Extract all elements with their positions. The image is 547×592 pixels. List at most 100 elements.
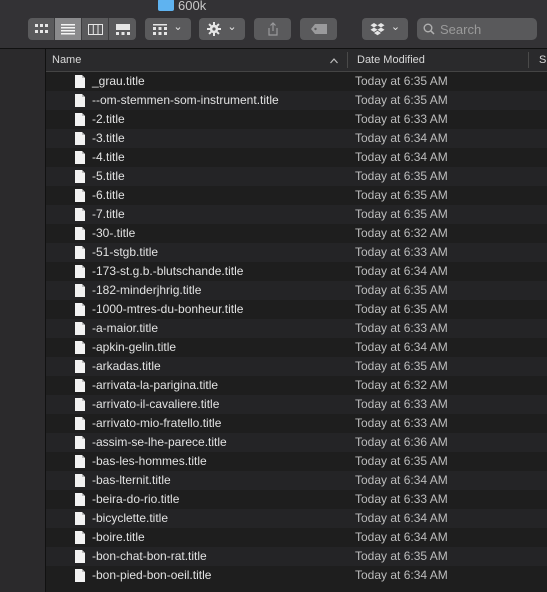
file-row[interactable]: -bon-chat-bon-rat.title Today at 6:35 AM [46, 547, 547, 566]
file-row[interactable]: -beira-do-rio.title Today at 6:33 AM [46, 490, 547, 509]
name-column-label: Name [52, 54, 82, 66]
gallery-view-button[interactable] [109, 18, 136, 40]
file-row[interactable]: -arrivata-la-parigina.title Today at 6:32… [46, 376, 547, 395]
file-date-modified: Today at 6:35 AM [355, 188, 448, 202]
name-column-header[interactable]: Name [52, 49, 342, 71]
file-date-modified: Today at 6:34 AM [355, 150, 448, 164]
folder-icon [158, 0, 174, 11]
file-row[interactable]: -arrivato-il-cavaliere.title Today at 6:3… [46, 395, 547, 414]
document-icon [75, 113, 85, 126]
document-icon [75, 341, 85, 354]
file-name: -arkadas.title [92, 359, 161, 373]
document-icon [75, 75, 85, 88]
chevron-down-icon: ⌄ [173, 21, 183, 33]
file-date-modified: Today at 6:35 AM [355, 74, 448, 88]
search-input[interactable] [440, 21, 530, 37]
document-icon [75, 132, 85, 145]
file-date-modified: Today at 6:32 AM [355, 378, 448, 392]
share-button[interactable] [254, 18, 291, 40]
file-date-modified: Today at 6:35 AM [355, 93, 448, 107]
tags-group [300, 18, 337, 40]
icon-view-button[interactable] [28, 18, 55, 40]
dropbox-button[interactable]: ⌄ [362, 18, 408, 40]
file-row[interactable]: -arkadas.title Today at 6:35 AM [46, 357, 547, 376]
file-row[interactable]: -bas-les-hommes.title Today at 6:35 AM [46, 452, 547, 471]
file-date-modified: Today at 6:34 AM [355, 131, 448, 145]
document-icon [75, 303, 85, 316]
file-name: -bas-les-hommes.title [92, 454, 207, 468]
file-row[interactable]: -assim-se-lhe-parece.title Today at 6:36 … [46, 433, 547, 452]
file-name: -1000-mtres-du-bonheur.title [92, 302, 244, 316]
file-row[interactable]: -7.title Today at 6:35 AM [46, 205, 547, 224]
size-column-header[interactable]: S [539, 49, 547, 71]
file-row[interactable]: _grau.title Today at 6:35 AM [46, 72, 547, 91]
document-icon [75, 170, 85, 183]
file-row[interactable]: -4.title Today at 6:34 AM [46, 148, 547, 167]
column-divider[interactable] [347, 52, 348, 68]
file-date-modified: Today at 6:35 AM [355, 169, 448, 183]
file-row[interactable]: -6.title Today at 6:35 AM [46, 186, 547, 205]
file-date-modified: Today at 6:34 AM [355, 530, 448, 544]
document-icon [75, 417, 85, 430]
file-row[interactable]: -bon-pied-bon-oeil.title Today at 6:34 AM [46, 566, 547, 585]
file-row[interactable]: -3.title Today at 6:34 AM [46, 129, 547, 148]
file-row[interactable]: -2.title Today at 6:33 AM [46, 110, 547, 129]
file-date-modified: Today at 6:35 AM [355, 207, 448, 221]
file-name: -bas-lternit.title [92, 473, 171, 487]
document-icon [75, 569, 85, 582]
file-row[interactable]: -173-st.g.b.-blutschande.title Today at 6… [46, 262, 547, 281]
file-date-modified: Today at 6:33 AM [355, 397, 448, 411]
file-row[interactable]: --om-stemmen-som-instrument.title Today a… [46, 91, 547, 110]
date-modified-column-header[interactable]: Date Modified [357, 49, 527, 71]
document-icon [75, 265, 85, 278]
document-icon [75, 493, 85, 506]
document-icon [75, 398, 85, 411]
list-view-icon [61, 23, 75, 34]
file-date-modified: Today at 6:35 AM [355, 549, 448, 563]
file-row[interactable]: -apkin-gelin.title Today at 6:34 AM [46, 338, 547, 357]
file-name: -bon-chat-bon-rat.title [92, 549, 207, 563]
date-modified-column-label: Date Modified [357, 54, 425, 66]
file-name: -beira-do-rio.title [92, 492, 180, 506]
file-row[interactable]: -1000-mtres-du-bonheur.title Today at 6:3… [46, 300, 547, 319]
file-row[interactable]: -51-stgb.title Today at 6:33 AM [46, 243, 547, 262]
file-date-modified: Today at 6:34 AM [355, 473, 448, 487]
file-date-modified: Today at 6:35 AM [355, 283, 448, 297]
document-icon [75, 246, 85, 259]
icon-view-icon [34, 23, 48, 33]
file-row[interactable]: -bicyclette.title Today at 6:34 AM [46, 509, 547, 528]
file-date-modified: Today at 6:36 AM [355, 435, 448, 449]
file-name: -182-minderjhrig.title [92, 283, 202, 297]
file-name: -bicyclette.title [92, 511, 169, 525]
column-header: Name Date Modified S [46, 49, 547, 72]
document-icon [75, 360, 85, 373]
file-row[interactable]: -182-minderjhrig.title Today at 6:35 AM [46, 281, 547, 300]
file-name: -3.title [92, 131, 125, 145]
file-row[interactable]: -arrivato-mio-fratello.title Today at 6:3… [46, 414, 547, 433]
file-date-modified: Today at 6:34 AM [355, 264, 448, 278]
column-divider[interactable] [528, 52, 529, 68]
file-name: -30-.title [92, 226, 136, 240]
file-row[interactable]: -30-.title Today at 6:32 AM [46, 224, 547, 243]
list-view-button[interactable] [55, 18, 82, 40]
file-row[interactable]: -a-maior.title Today at 6:33 AM [46, 319, 547, 338]
file-date-modified: Today at 6:34 AM [355, 568, 448, 582]
document-icon [75, 227, 85, 240]
action-button[interactable]: ⌄ [199, 18, 245, 40]
file-list: _grau.title Today at 6:35 AM --om-stemmen-… [46, 72, 547, 585]
document-icon [75, 208, 85, 221]
file-row[interactable]: -5.title Today at 6:35 AM [46, 167, 547, 186]
file-name: -bon-pied-bon-oeil.title [92, 568, 212, 582]
column-view-icon [87, 23, 103, 35]
chevron-down-icon: ⌄ [390, 21, 401, 33]
arrange-button[interactable]: ⌄ [145, 18, 191, 40]
file-name: -5.title [92, 169, 125, 183]
window-title: 600k [158, 0, 206, 13]
file-name: -a-maior.title [92, 321, 159, 335]
column-view-button[interactable] [82, 18, 109, 40]
file-row[interactable]: -bas-lternit.title Today at 6:34 AM [46, 471, 547, 490]
file-name: -173-st.g.b.-blutschande.title [92, 264, 244, 278]
search-field[interactable] [417, 18, 537, 40]
file-row[interactable]: -boire.title Today at 6:34 AM [46, 528, 547, 547]
tags-button[interactable] [300, 18, 337, 40]
